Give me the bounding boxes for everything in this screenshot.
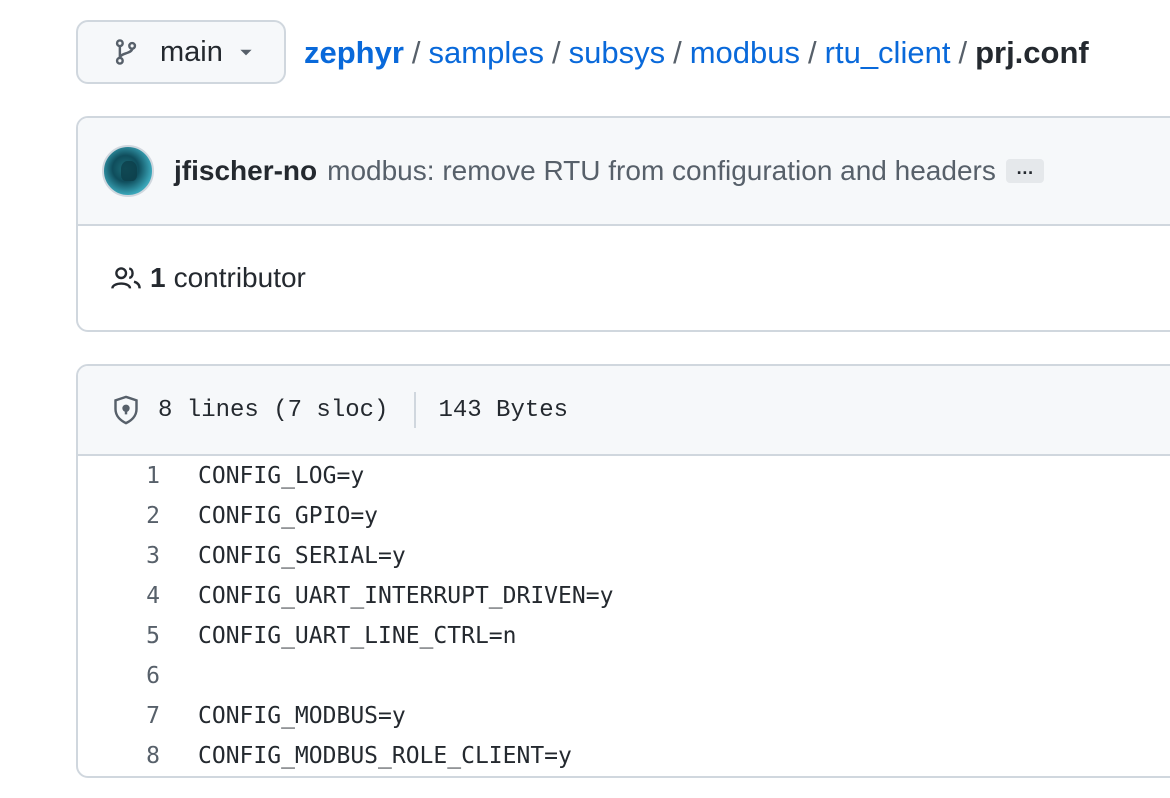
- line-content: CONFIG_UART_LINE_CTRL=n: [198, 623, 517, 649]
- file-navigation: main zephyr / samples / subsys / modbus …: [76, 20, 1089, 84]
- git-branch-icon: [112, 38, 140, 66]
- breadcrumb-item-samples[interactable]: samples: [429, 37, 544, 68]
- line-number[interactable]: 8: [78, 743, 160, 769]
- expand-commit-message-button[interactable]: …: [1005, 159, 1044, 183]
- shield-lock-icon: [112, 395, 140, 425]
- code-line: 1 CONFIG_LOG=y: [78, 456, 1170, 496]
- line-content: CONFIG_GPIO=y: [198, 503, 379, 529]
- file-info-header: 8 lines (7 sloc) 143 Bytes: [78, 366, 1170, 456]
- breadcrumb-current-file: prj.conf: [975, 34, 1089, 70]
- breadcrumb-item-modbus[interactable]: modbus: [690, 37, 800, 68]
- contributors-row[interactable]: 1 contributor: [78, 226, 1170, 330]
- line-content: CONFIG_LOG=y: [198, 463, 365, 489]
- line-number[interactable]: 3: [78, 543, 160, 569]
- line-number[interactable]: 4: [78, 583, 160, 609]
- code-view: 1 CONFIG_LOG=y 2 CONFIG_GPIO=y 3 CONFIG_…: [78, 456, 1170, 776]
- branch-name: main: [160, 35, 223, 68]
- line-number[interactable]: 6: [78, 663, 160, 689]
- breadcrumb-separator: /: [808, 34, 817, 70]
- line-content: CONFIG_SERIAL=y: [198, 543, 406, 569]
- commit-author-link[interactable]: jfischer-no: [174, 155, 317, 187]
- code-line: 7 CONFIG_MODBUS=y: [78, 696, 1170, 736]
- line-content: CONFIG_MODBUS_ROLE_CLIENT=y: [198, 743, 572, 769]
- chevron-down-icon: [237, 43, 255, 61]
- file-size: 143 Bytes: [438, 396, 569, 424]
- code-line: 6: [78, 656, 1170, 696]
- commit-message-link[interactable]: modbus: remove RTU from configuration an…: [327, 155, 996, 187]
- line-number[interactable]: 2: [78, 503, 160, 529]
- line-number[interactable]: 7: [78, 703, 160, 729]
- contributor-label: contributor: [173, 262, 306, 293]
- breadcrumb-separator: /: [411, 34, 421, 70]
- breadcrumb: zephyr / samples / subsys / modbus / rtu…: [304, 37, 1089, 68]
- latest-commit-row: jfischer-no modbus: remove RTU from conf…: [78, 118, 1170, 226]
- breadcrumb-item-zephyr[interactable]: zephyr: [304, 37, 404, 68]
- breadcrumb-separator: /: [958, 34, 968, 70]
- breadcrumb-separator: /: [673, 34, 682, 70]
- code-line: 4 CONFIG_UART_INTERRUPT_DRIVEN=y: [78, 576, 1170, 616]
- code-line: 8 CONFIG_MODBUS_ROLE_CLIENT=y: [78, 736, 1170, 776]
- line-number[interactable]: 1: [78, 463, 160, 489]
- avatar[interactable]: [102, 145, 154, 197]
- line-content: CONFIG_MODBUS=y: [198, 703, 406, 729]
- breadcrumb-item-rtu-client[interactable]: rtu_client: [825, 37, 951, 68]
- people-icon: [110, 264, 142, 292]
- breadcrumb-item-subsys[interactable]: subsys: [569, 37, 665, 68]
- line-content: CONFIG_UART_INTERRUPT_DRIVEN=y: [198, 583, 614, 609]
- file-viewer: 8 lines (7 sloc) 143 Bytes 1 CONFIG_LOG=…: [76, 364, 1170, 778]
- contributor-count: 1: [150, 262, 166, 293]
- file-line-count: 8 lines (7 sloc): [158, 396, 389, 424]
- line-number[interactable]: 5: [78, 623, 160, 649]
- divider: [414, 392, 417, 428]
- breadcrumb-separator: /: [551, 34, 561, 70]
- code-line: 3 CONFIG_SERIAL=y: [78, 536, 1170, 576]
- latest-commit-box: jfischer-no modbus: remove RTU from conf…: [76, 116, 1170, 332]
- branch-select-button[interactable]: main: [76, 20, 286, 84]
- code-line: 5 CONFIG_UART_LINE_CTRL=n: [78, 616, 1170, 656]
- code-line: 2 CONFIG_GPIO=y: [78, 496, 1170, 536]
